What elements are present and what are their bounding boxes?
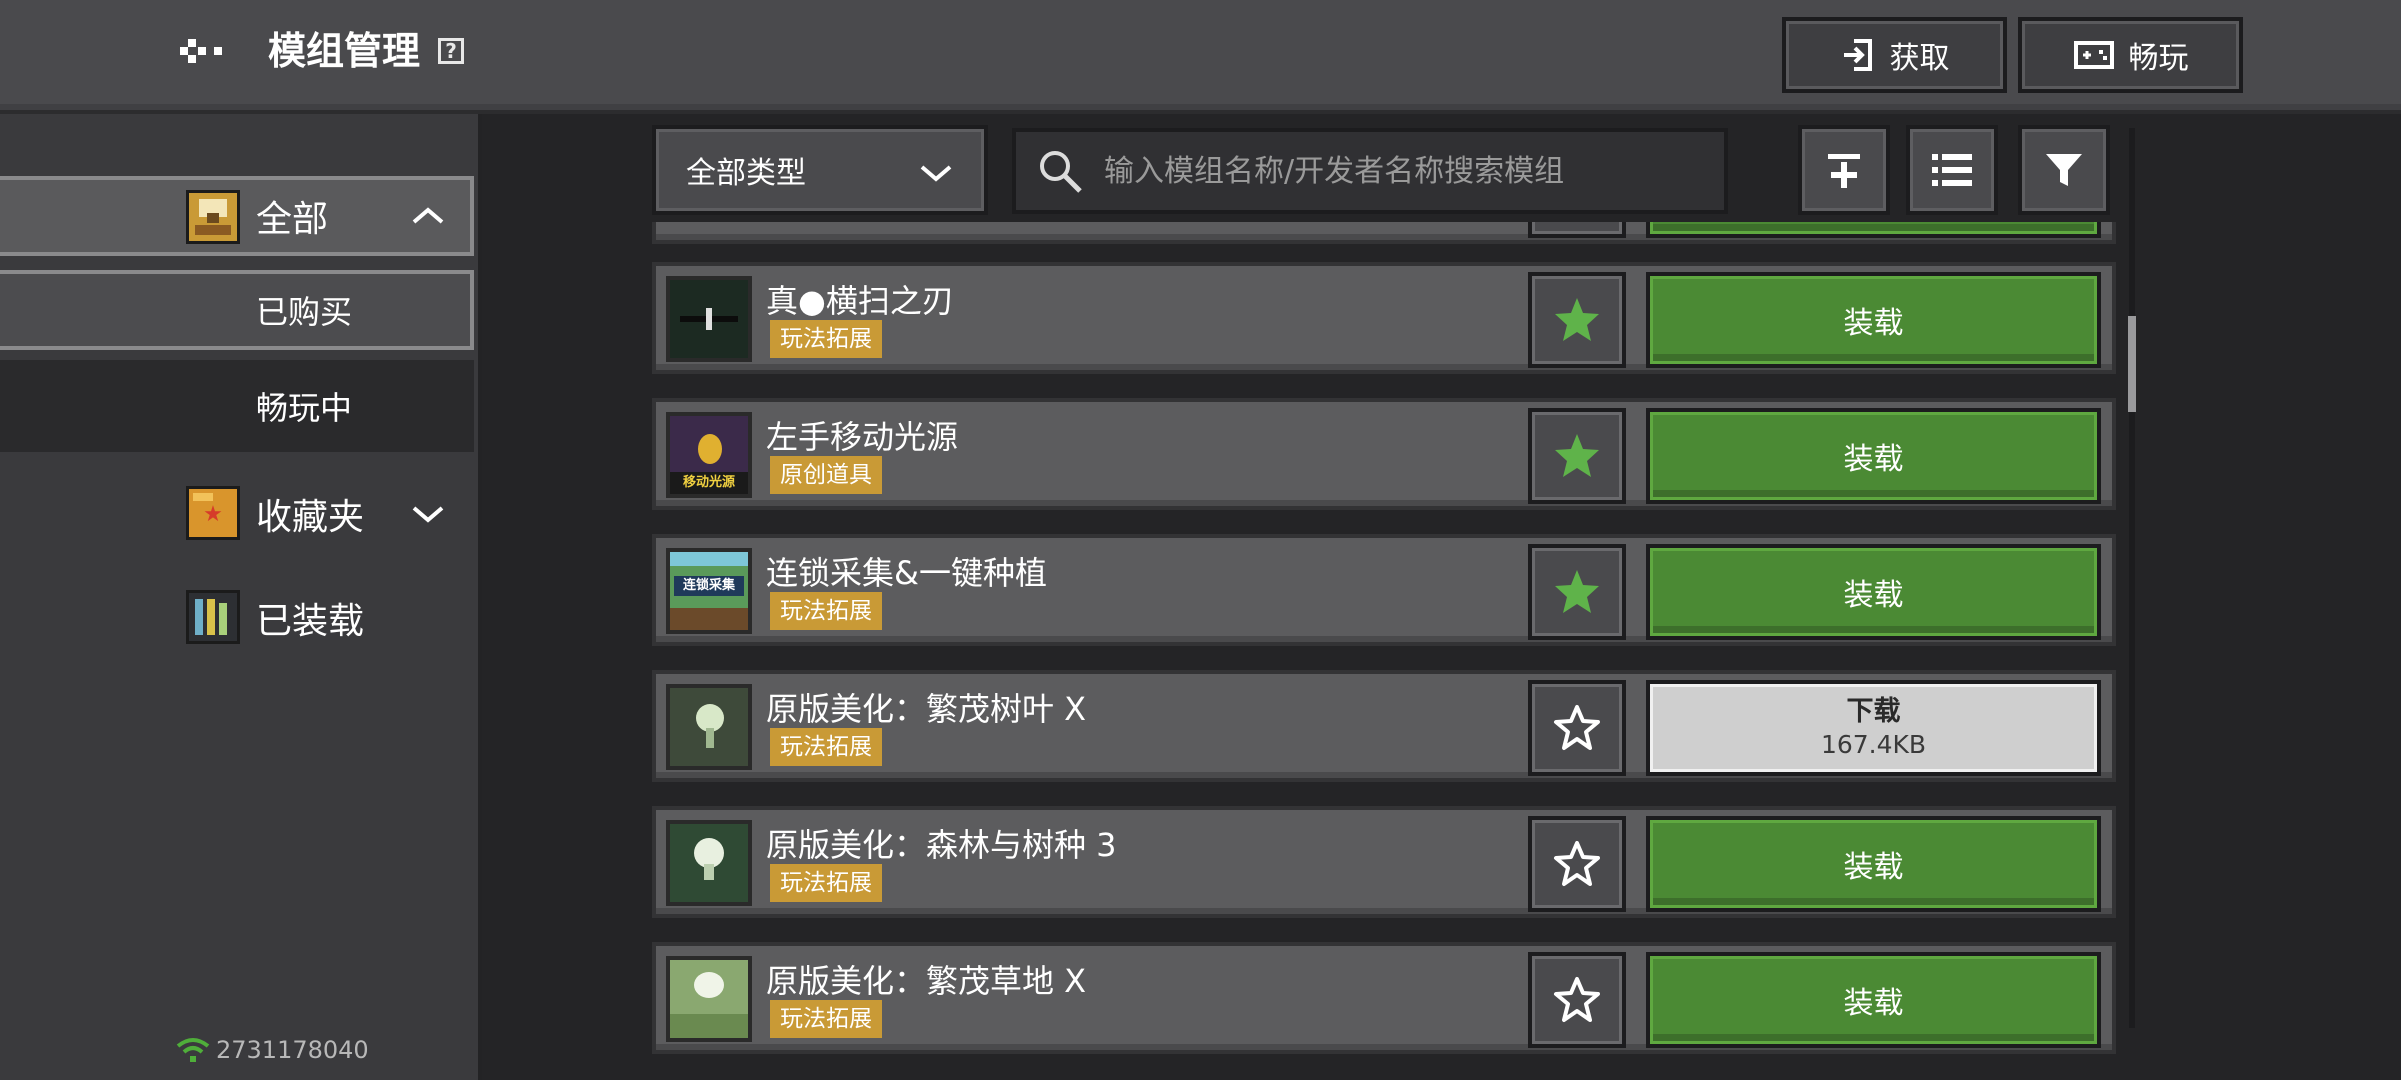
mod-category-tag: 玩法拓展 bbox=[770, 864, 882, 902]
sidebar-item-label: 收藏夹 bbox=[256, 497, 365, 538]
star-filled-icon bbox=[1555, 570, 1599, 613]
sidebar-item-label: 畅玩中 bbox=[256, 389, 353, 427]
back-arrow-icon bbox=[180, 39, 222, 63]
load-button[interactable]: 装载 bbox=[1646, 544, 2101, 640]
list-item[interactable]: 原版美化：森林与树种 3 玩法拓展 装载 bbox=[652, 806, 2116, 918]
load-button[interactable] bbox=[1646, 222, 2101, 238]
mod-thumbnail bbox=[666, 820, 752, 906]
play-button-label: 畅玩 bbox=[2128, 41, 2189, 76]
mod-name: 连锁采集&一键种植 bbox=[766, 554, 1047, 592]
favorite-button[interactable] bbox=[1528, 952, 1626, 1048]
mod-thumbnail bbox=[666, 956, 752, 1042]
load-button[interactable]: 装载 bbox=[1646, 816, 2101, 912]
sidebar-item-installed[interactable]: 已装载 bbox=[0, 578, 474, 658]
load-button[interactable]: 装载 bbox=[1646, 408, 2101, 504]
star-outline-icon bbox=[1554, 977, 1600, 1022]
chest-icon bbox=[186, 190, 240, 244]
star-outline-icon bbox=[1554, 841, 1600, 886]
mod-thumbnail bbox=[666, 276, 752, 362]
help-icon[interactable]: ? bbox=[438, 38, 464, 64]
mod-thumbnail: 连锁采集 bbox=[666, 548, 752, 634]
list-item[interactable]: 原版美化：繁茂树叶 X 玩法拓展 下载 167.4KB bbox=[652, 670, 2116, 782]
scrollbar-thumb[interactable] bbox=[2128, 316, 2136, 412]
mod-category-tag: 玩法拓展 bbox=[770, 1000, 882, 1038]
filter-button[interactable] bbox=[2018, 125, 2110, 215]
chevron-up-icon bbox=[412, 207, 444, 224]
mod-category-tag: 玩法拓展 bbox=[770, 728, 882, 766]
search-icon bbox=[1040, 151, 1082, 193]
search-bar bbox=[1012, 128, 1728, 214]
star-outline-icon bbox=[1554, 705, 1600, 750]
wifi-icon bbox=[176, 1038, 210, 1062]
import-icon bbox=[1843, 39, 1872, 71]
list-icon bbox=[1932, 154, 1972, 186]
star-filled-icon bbox=[1555, 298, 1599, 341]
list-item[interactable]: 移动光源 左手移动光源 原创道具 装载 bbox=[652, 398, 2116, 510]
mod-list: 真●横扫之刃 玩法拓展 装载 移动光源 左手移动光源 原创道具 装载 连锁采集 bbox=[652, 222, 2116, 1058]
mod-thumbnail: 移动光源 bbox=[666, 412, 752, 498]
sidebar-item-label: 已购买 bbox=[256, 293, 353, 331]
mod-name: 真●横扫之刃 bbox=[766, 282, 954, 320]
sidebar: 全部 已购买 畅玩中 ★ 收藏夹 已装载 2731178040 bbox=[0, 114, 482, 1080]
mod-name: 左手移动光源 bbox=[766, 418, 959, 456]
type-filter-dropdown[interactable]: 全部类型 bbox=[652, 125, 988, 215]
filter-icon bbox=[2046, 154, 2082, 186]
favorite-button[interactable] bbox=[1528, 680, 1626, 776]
sidebar-item-favorites[interactable]: ★ 收藏夹 bbox=[0, 474, 474, 554]
sidebar-item-purchased[interactable]: 已购买 bbox=[0, 270, 474, 350]
mod-category-tag: 原创道具 bbox=[770, 456, 882, 494]
list-view-button[interactable] bbox=[1906, 125, 1998, 215]
top-bar: 模组管理 ? 获取 畅玩 bbox=[0, 0, 2401, 114]
get-button-label: 获取 bbox=[1889, 41, 1950, 76]
sidebar-item-label: 全部 bbox=[256, 199, 329, 240]
mod-name: 原版美化：森林与树种 3 bbox=[766, 826, 1117, 864]
favorite-button[interactable] bbox=[1528, 816, 1626, 912]
load-button[interactable]: 装载 bbox=[1646, 272, 2101, 368]
list-item[interactable]: 连锁采集 连锁采集&一键种植 玩法拓展 装载 bbox=[652, 534, 2116, 646]
sidebar-item-all[interactable]: 全部 bbox=[0, 176, 474, 256]
sidebar-item-playing[interactable]: 畅玩中 bbox=[0, 360, 474, 452]
download-size: 167.4KB bbox=[1820, 730, 1927, 759]
list-item bbox=[652, 222, 2116, 244]
chevron-down-icon bbox=[412, 506, 444, 523]
list-item[interactable]: 原版美化：繁茂草地 X 玩法拓展 装载 bbox=[652, 942, 2116, 1054]
folder-star-icon: ★ bbox=[186, 486, 240, 540]
download-label: 下载 bbox=[1846, 696, 1901, 727]
list-item[interactable]: 真●横扫之刃 玩法拓展 装载 bbox=[652, 262, 2116, 374]
user-id-display: 2731178040 bbox=[176, 1036, 369, 1064]
favorite-button[interactable] bbox=[1528, 272, 1626, 368]
search-input[interactable] bbox=[1102, 152, 1706, 190]
download-button[interactable]: 下载 167.4KB bbox=[1646, 680, 2101, 776]
page-title: 模组管理 bbox=[268, 29, 421, 73]
mod-name: 原版美化：繁茂树叶 X bbox=[766, 690, 1087, 728]
user-id: 2731178040 bbox=[216, 1036, 369, 1064]
load-button[interactable]: 装载 bbox=[1646, 952, 2101, 1048]
favorite-button[interactable] bbox=[1528, 222, 1626, 238]
play-button[interactable]: 畅玩 bbox=[2018, 17, 2243, 93]
mod-category-tag: 玩法拓展 bbox=[770, 320, 882, 358]
sidebar-item-label: 已装载 bbox=[256, 601, 365, 642]
get-button[interactable]: 获取 bbox=[1782, 17, 2007, 93]
favorite-button[interactable] bbox=[1528, 408, 1626, 504]
favorite-button[interactable] bbox=[1528, 544, 1626, 640]
mod-name: 原版美化：繁茂草地 X bbox=[766, 962, 1087, 1000]
type-filter-label: 全部类型 bbox=[686, 156, 806, 191]
gamepad-icon bbox=[2073, 41, 2114, 69]
back-button[interactable] bbox=[176, 26, 232, 76]
mod-thumbnail bbox=[666, 684, 752, 770]
add-mod-button[interactable] bbox=[1798, 125, 1890, 215]
scrollbar-track[interactable] bbox=[2129, 128, 2135, 1028]
pin-add-icon bbox=[1828, 154, 1860, 188]
star-filled-icon bbox=[1555, 434, 1599, 477]
mod-category-tag: 玩法拓展 bbox=[770, 592, 882, 630]
bookshelf-icon bbox=[186, 590, 240, 644]
chevron-down-icon bbox=[920, 165, 952, 182]
